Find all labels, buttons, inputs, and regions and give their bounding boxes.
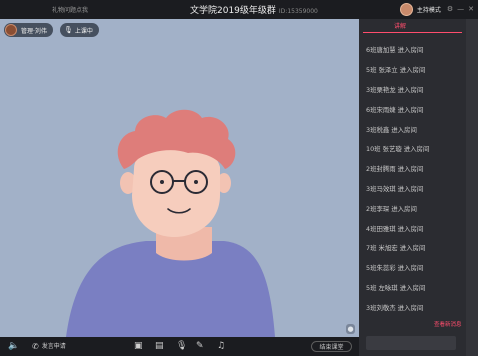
- stage-microphone-icon[interactable]: ●: [346, 324, 355, 334]
- close-icon[interactable]: ✕: [468, 6, 474, 13]
- room-id: ID:15359000: [278, 8, 318, 15]
- video-stage: 管理·刘伟 🎙 上课中 ●: [0, 19, 359, 337]
- list-item: 2班封腾雨 进入房间: [366, 165, 424, 173]
- tab-lecture[interactable]: 讲解: [359, 21, 441, 30]
- mode-label: 主持模式: [416, 7, 441, 14]
- illustration-face: [132, 142, 220, 237]
- apply-speak-button[interactable]: ✆ 发言申请: [32, 340, 66, 353]
- illustration-eye-right: [194, 180, 198, 184]
- volume-icon[interactable]: 🔈: [8, 340, 19, 353]
- gift-help-link[interactable]: 礼物问题点我: [52, 5, 88, 14]
- presenter-illustration: [66, 109, 275, 337]
- room-title-text: 文学院2019级年级群: [190, 6, 276, 16]
- message-panel: 讲解 6班唐加慧 进入房间 5班 张泽立 进入房间 3班栗艳龙 进入房间 6班宋…: [359, 19, 466, 356]
- presenter-chip[interactable]: 管理·刘伟: [4, 23, 53, 37]
- class-status-chip[interactable]: 🎙 上课中: [60, 23, 99, 37]
- presenter-name: 管理·刘伟: [21, 27, 47, 35]
- list-item: 6班宋雨婕 进入房间: [366, 106, 424, 114]
- list-item: 2班李琛 进入房间: [366, 205, 417, 213]
- microphone-icon[interactable]: 🎙: [176, 340, 187, 353]
- list-item: 4班田雅琪 进入房间: [366, 225, 424, 233]
- room-title: 文学院2019级年级群 ID:15359000: [190, 3, 318, 16]
- list-item: 5班 左咏琪 进入房间: [366, 284, 426, 292]
- edit-icon[interactable]: ✎: [196, 340, 204, 353]
- apply-speak-label: 发言申请: [41, 343, 66, 350]
- end-class-button[interactable]: 结束课堂: [311, 341, 352, 352]
- list-item: 7班 米旭宏 进入房间: [366, 244, 426, 252]
- title-bar: 礼物问题点我 文学院2019级年级群 ID:15359000 主持模式 ⚙ — ✕: [0, 0, 478, 19]
- panel-scrollbar[interactable]: [466, 19, 478, 356]
- music-icon[interactable]: ♫: [217, 340, 225, 353]
- screen-share-icon[interactable]: ▤: [155, 340, 164, 353]
- view-new-messages-link[interactable]: 查看新消息: [434, 320, 462, 328]
- settings-icon[interactable]: ⚙: [447, 6, 453, 13]
- list-item: 3班刘敬杰 进入房间: [366, 304, 424, 312]
- class-status-label: 上课中: [74, 27, 93, 35]
- microphone-icon: 🎙: [64, 26, 73, 34]
- list-item: 3班马效琪 进入房间: [366, 185, 424, 193]
- list-item: 5班 张泽立 进入房间: [366, 66, 426, 74]
- list-item: 10班 张艺璇 进入房间: [366, 145, 430, 153]
- phone-icon: ✆: [32, 342, 39, 351]
- host-avatar[interactable]: [399, 3, 413, 16]
- list-item: 3班税鑫 进入房间: [366, 126, 417, 134]
- illustration-eye-left: [160, 180, 164, 184]
- minimize-icon[interactable]: —: [457, 6, 464, 13]
- tab-underline: [363, 32, 462, 33]
- bottom-toolbar: 🔈 ✆ 发言申请 ▣ ▤ 🎙 ✎ ♫ 结束课堂: [0, 337, 359, 356]
- list-item: 6班唐加慧 进入房间: [366, 46, 424, 54]
- presenter-avatar: [5, 24, 17, 36]
- window-controls: 主持模式 ⚙ — ✕: [399, 2, 474, 17]
- panel-tabs: 讲解: [359, 19, 466, 33]
- chat-input[interactable]: [366, 336, 456, 350]
- list-item: 3班栗艳龙 进入房间: [366, 86, 424, 94]
- list-item: 5班朱蕊彩 进入房间: [366, 264, 424, 272]
- camera-icon[interactable]: ▣: [134, 340, 143, 353]
